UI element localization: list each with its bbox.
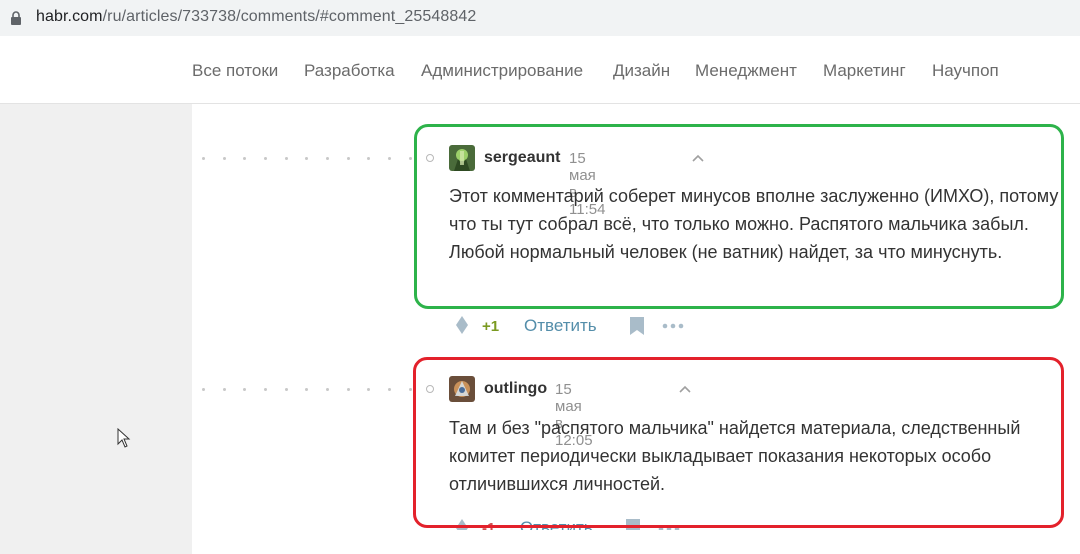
url-text[interactable]: habr.com/ru/articles/733738/comments/#co… bbox=[36, 8, 476, 26]
more-icon[interactable] bbox=[662, 323, 684, 329]
nav-item-marketing[interactable]: Маркетинг bbox=[823, 61, 906, 81]
url-path: /ru/articles/733738/comments/#comment_25… bbox=[102, 8, 477, 25]
address-bar[interactable]: habr.com/ru/articles/733738/comments/#co… bbox=[0, 0, 1080, 36]
nav-item-administration[interactable]: Администрирование bbox=[421, 61, 583, 81]
nav-item-design[interactable]: Дизайн bbox=[613, 61, 670, 81]
highlight-frame-green bbox=[414, 124, 1064, 309]
mouse-cursor-icon bbox=[117, 428, 131, 448]
highlight-frame-red bbox=[413, 357, 1064, 528]
vote-icon[interactable] bbox=[456, 316, 468, 334]
bookmark-icon[interactable] bbox=[630, 317, 644, 335]
comment-actions: +1 Ответить bbox=[449, 316, 749, 338]
nav-item-all[interactable]: Все потоки bbox=[192, 61, 278, 81]
nav-item-popsci[interactable]: Научпоп bbox=[932, 61, 999, 81]
lock-icon bbox=[11, 11, 21, 25]
section-nav: Все потоки Разработка Администрирование … bbox=[0, 36, 1080, 104]
url-host: habr.com bbox=[36, 8, 103, 25]
nav-item-management[interactable]: Менеджмент bbox=[695, 61, 797, 81]
reply-button[interactable]: Ответить bbox=[524, 316, 597, 336]
comment-score: +1 bbox=[482, 318, 500, 335]
nav-item-development[interactable]: Разработка bbox=[304, 61, 395, 81]
